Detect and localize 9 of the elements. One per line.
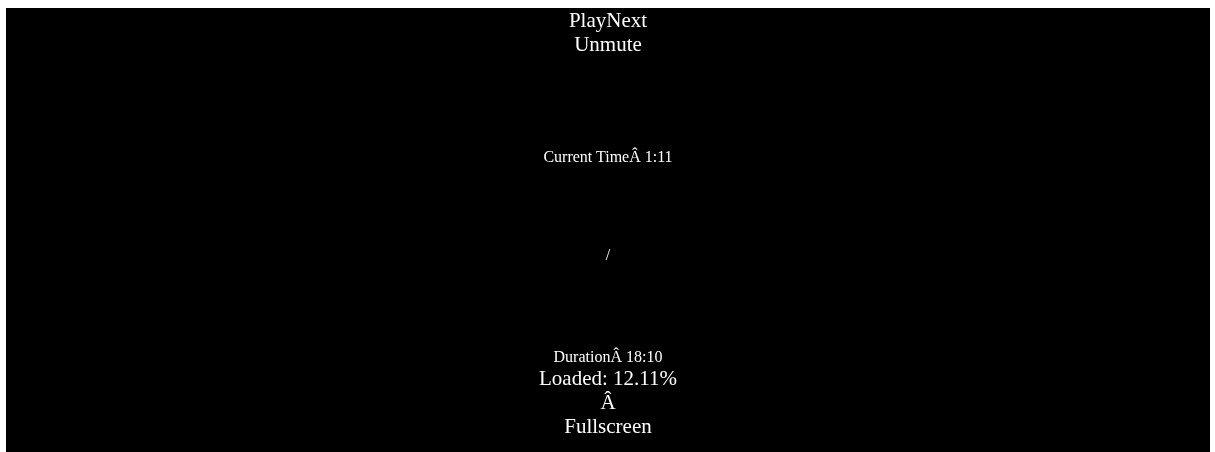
current-time: Current TimeÂ 1:11 bbox=[543, 148, 673, 166]
play-button[interactable]: Play bbox=[568, 8, 607, 32]
mute-button[interactable]: Unmute bbox=[574, 32, 642, 56]
fullscreen-button[interactable]: Fullscreen bbox=[564, 414, 652, 438]
time-divider: / bbox=[605, 246, 611, 264]
next-button[interactable]: Next bbox=[606, 8, 648, 32]
stray-character: Â bbox=[600, 390, 616, 414]
duration: DurationÂ 18:10 bbox=[553, 348, 663, 366]
loaded-percentage-text: Loaded: 12.11% bbox=[539, 366, 677, 390]
